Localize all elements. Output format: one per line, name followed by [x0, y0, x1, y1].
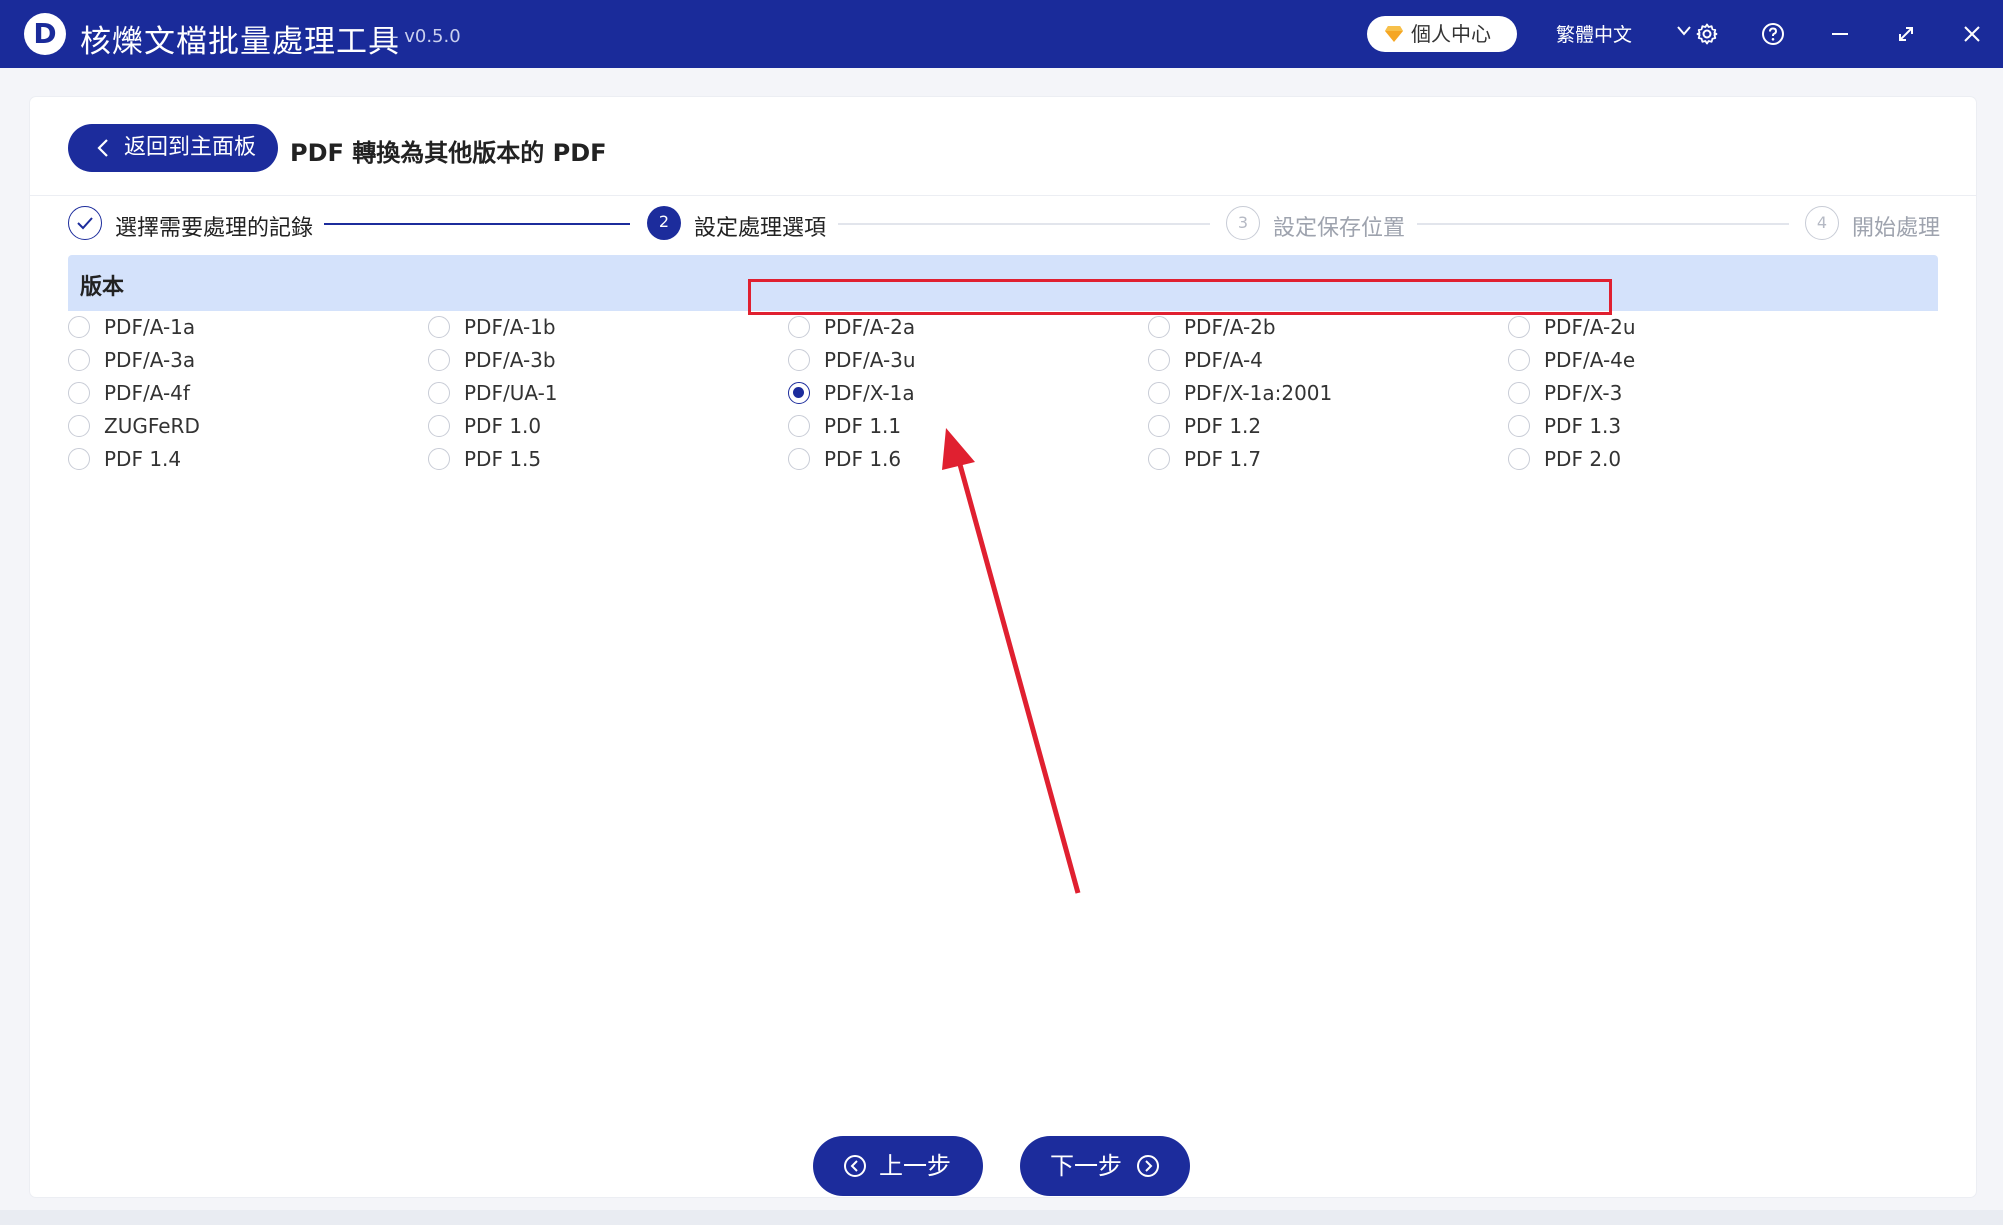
arrow-annotation-icon: [942, 428, 1081, 894]
app-window: D 核爍文檔批量處理工具 - v0.5.0 個人中心 繁體中文 返回到主面板 P…: [0, 0, 2003, 1225]
bottom-strip: [0, 1210, 2003, 1225]
